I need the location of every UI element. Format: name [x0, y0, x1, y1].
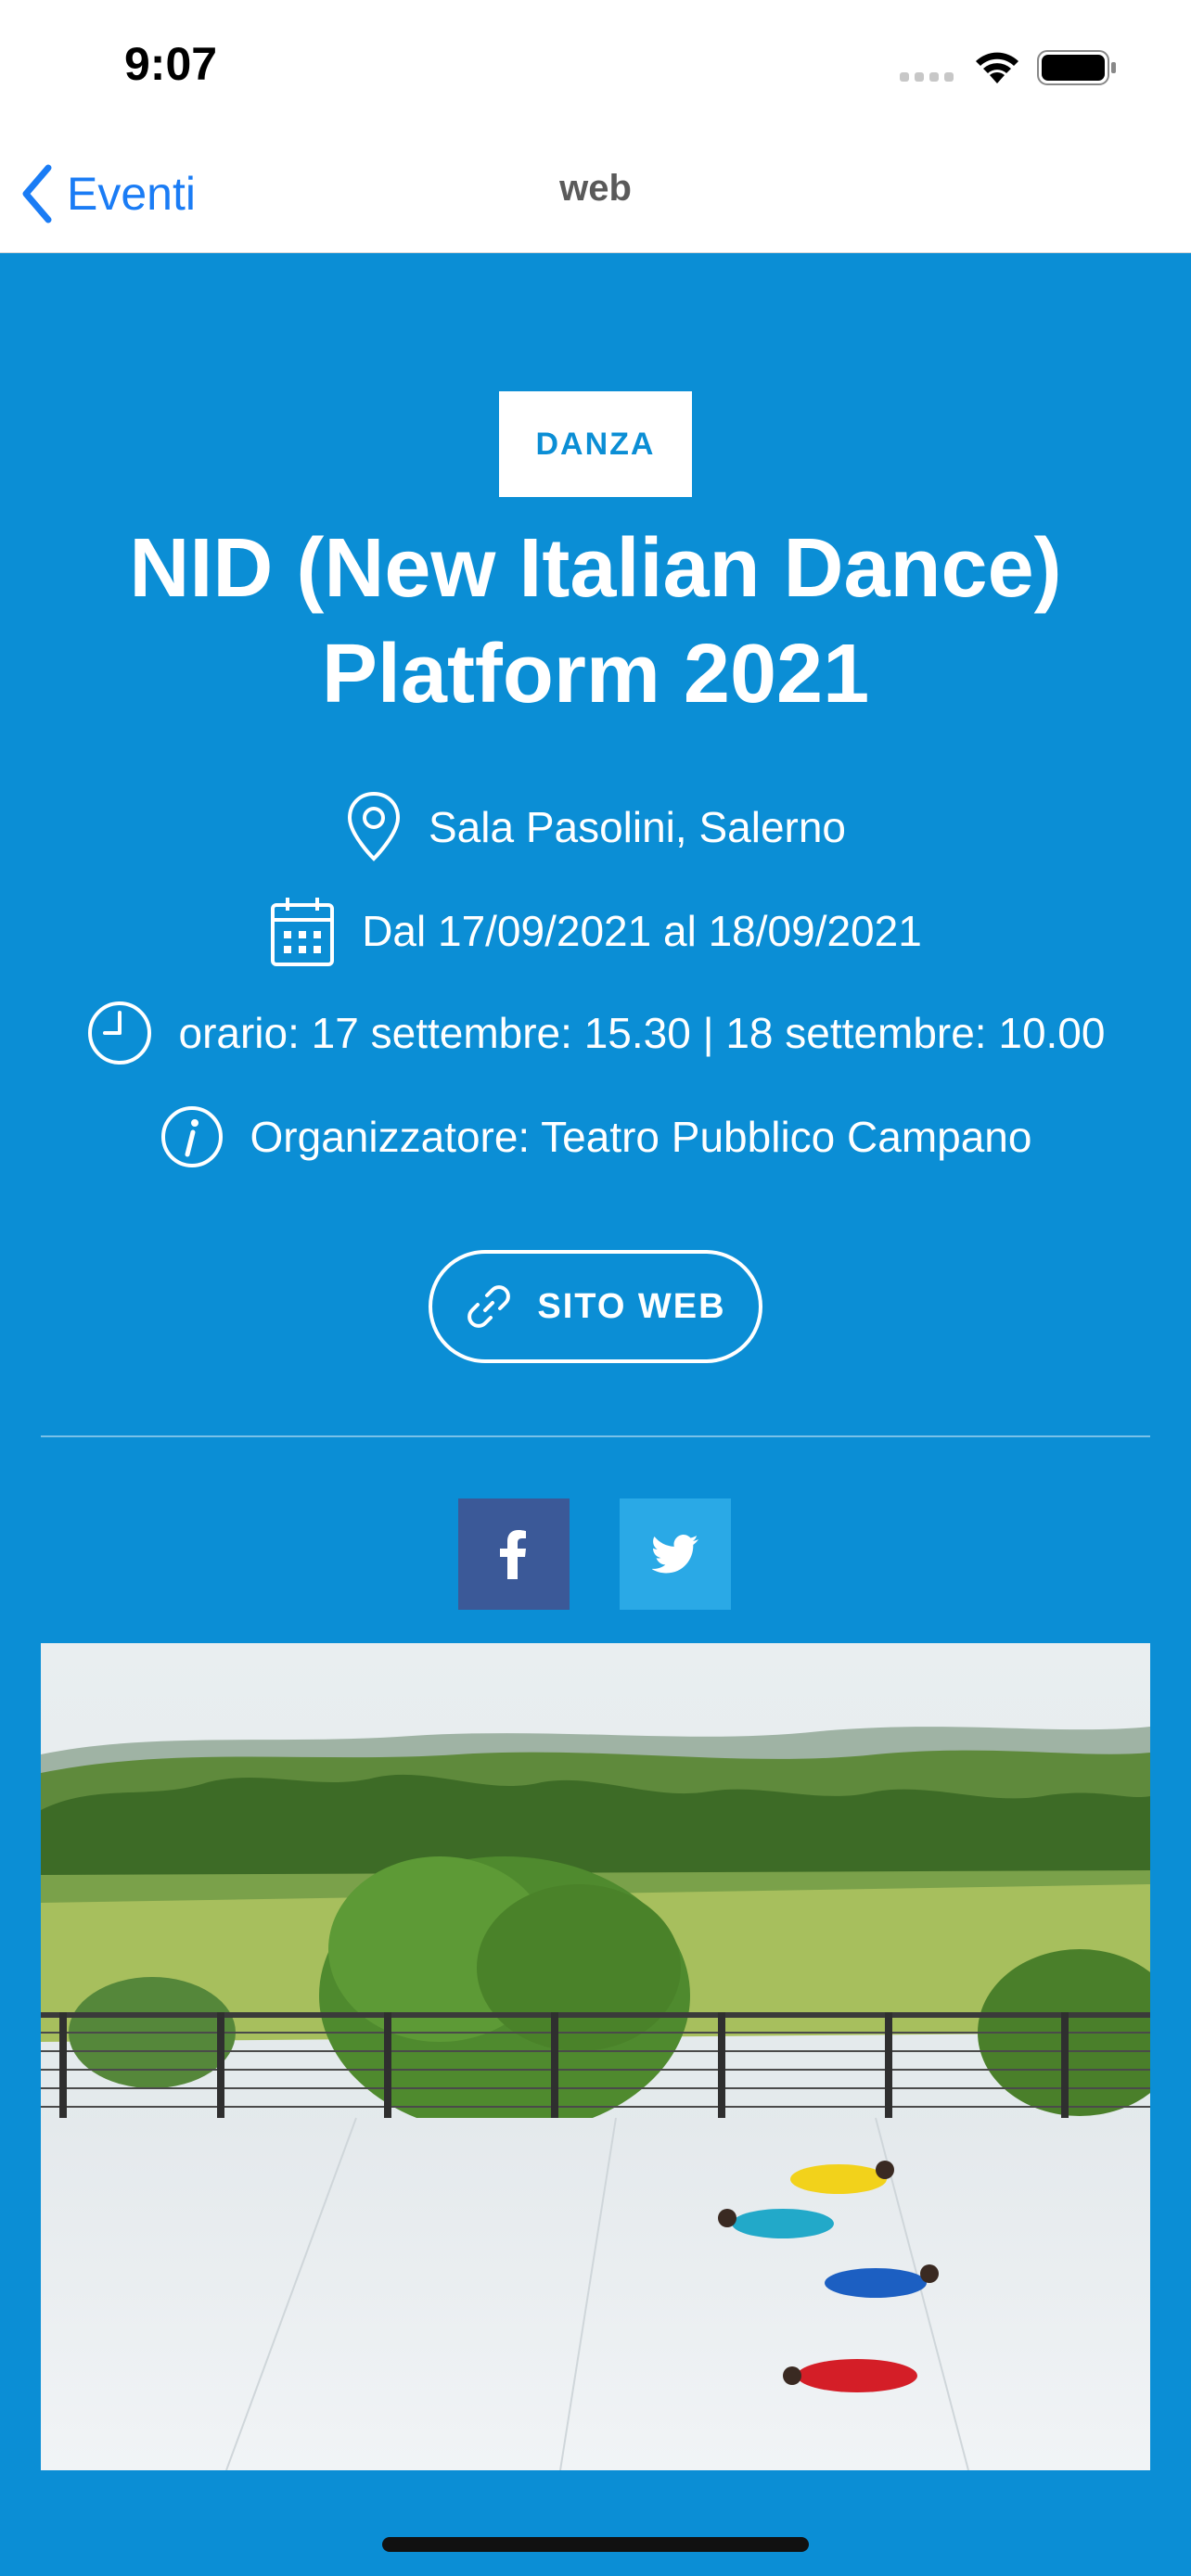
website-button[interactable]: SITO WEB	[429, 1250, 762, 1363]
divider	[41, 1435, 1150, 1437]
website-button-label: SITO WEB	[537, 1286, 726, 1326]
dates-text: Dal 17/09/2021 al 18/09/2021	[362, 907, 922, 955]
twitter-share-button[interactable]	[620, 1498, 731, 1610]
battery-icon	[1037, 50, 1116, 85]
event-location: Sala Pasolini, Salerno	[0, 790, 1191, 864]
facebook-share-button[interactable]	[458, 1498, 570, 1610]
event-title: NID (New Italian Dance) Platform 2021	[129, 522, 1062, 721]
clock-icon	[86, 1000, 153, 1066]
status-time: 9:07	[124, 38, 218, 90]
category-badge: DANZA	[499, 391, 692, 497]
event-photo	[41, 1643, 1150, 2470]
event-organizer: Organizzatore: Teatro Pubblico Campano	[0, 1100, 1191, 1174]
event-dates: Dal 17/09/2021 al 18/09/2021	[0, 894, 1191, 968]
calendar-icon	[269, 894, 336, 968]
info-icon	[160, 1104, 224, 1169]
wifi-icon	[976, 52, 1018, 83]
event-schedule: orario: 17 settembre: 15.30 | 18 settemb…	[0, 996, 1191, 1070]
location-text: Sala Pasolini, Salerno	[428, 803, 847, 851]
twitter-icon	[652, 1535, 698, 1574]
location-pin-icon	[345, 790, 403, 864]
cellular-signal-icon	[900, 72, 954, 82]
link-icon	[465, 1282, 513, 1331]
schedule-text: orario: 17 settembre: 15.30 | 18 settemb…	[178, 1009, 1106, 1057]
page-title: web	[559, 168, 632, 209]
status-bar: 9:07	[0, 0, 1191, 134]
organizer-text: Organizzatore: Teatro Pubblico Campano	[250, 1113, 1032, 1161]
navigation-bar: Eventi web	[0, 134, 1191, 253]
home-indicator[interactable]	[382, 2537, 809, 2552]
facebook-icon	[500, 1530, 526, 1579]
